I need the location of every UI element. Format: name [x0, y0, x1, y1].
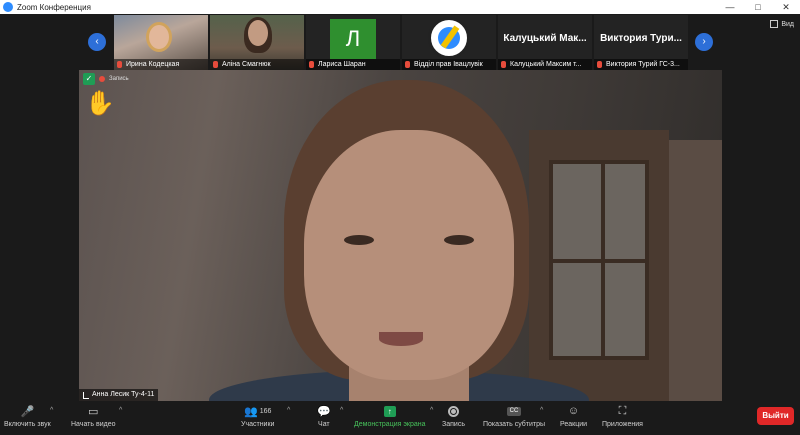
participant-tile[interactable]: Калуцький Мак... Калуцький Максим т... [498, 15, 592, 70]
video-off-icon: ▭ [88, 405, 99, 418]
minimize-button[interactable]: — [716, 0, 744, 14]
participant-name: Ирина Кодецкая [114, 59, 208, 70]
participant-initial-avatar: Л [330, 19, 376, 59]
shield-icon[interactable]: ✓ [83, 73, 95, 85]
captions-icon: CC [507, 406, 522, 416]
window-titlebar: Zoom Конференция — □ ✕ [0, 0, 800, 14]
record-button[interactable]: Запись [442, 404, 465, 428]
apps-label: Приложения [602, 421, 643, 428]
participant-logo-avatar [428, 17, 470, 59]
apps-button[interactable]: ⛶ Приложения [602, 404, 643, 429]
participants-strip: Ирина Кодецкая Аліна Смагнюк Л Лариса Ша… [114, 15, 688, 70]
zoom-app-icon [3, 2, 13, 12]
unmute-button[interactable]: 🎤 Включить звук [4, 404, 51, 429]
maximize-button[interactable]: □ [744, 0, 772, 14]
share-screen-button[interactable]: ↑ Демонстрация экрана [354, 404, 426, 428]
reactions-icon: ☺ [567, 405, 580, 417]
share-options-caret[interactable]: ^ [430, 407, 433, 414]
meeting-stage: Вид ‹ Ирина Кодецкая Аліна Смагнюк Л Лар… [0, 14, 800, 401]
participant-video [146, 22, 172, 52]
participant-tile[interactable]: Аліна Смагнюк [210, 15, 304, 70]
participant-video-face [248, 20, 268, 46]
raised-hand-icon: ✋ [85, 90, 115, 117]
captions-button[interactable]: CC Показать субтитры [483, 404, 545, 428]
recording-label: Запись [109, 76, 129, 82]
speaker-eye [344, 235, 374, 245]
window-title: Zoom Конференция [17, 2, 91, 12]
participant-tile[interactable]: Ирина Кодецкая [114, 15, 208, 70]
prev-participants-button[interactable]: ‹ [88, 33, 106, 51]
participant-tile[interactable]: Виктория Тури... Виктория Турий ГС-3... [594, 15, 688, 70]
speaker-name-label: Анна Лесик Ту-4-11 [79, 389, 159, 401]
participant-name: Виктория Турий ГС-3... [594, 59, 688, 70]
participants-button[interactable]: 👥 166 Участники [241, 404, 275, 429]
background-wall [669, 140, 722, 401]
participant-name: Калуцький Максим т... [498, 59, 592, 70]
record-icon [447, 405, 459, 417]
meeting-toolbar: 🎤 Включить звук ^ ▭ Начать видео ^ 👥 166 … [0, 401, 800, 435]
speaker-eye [444, 235, 474, 245]
participant-display-name: Калуцький Мак... [503, 33, 587, 44]
participant-name: Лариса Шаран [306, 59, 400, 70]
participant-tile[interactable]: Відділ прав Івацлувік [402, 15, 496, 70]
speaker-mouth [379, 332, 423, 346]
video-options-caret[interactable]: ^ [119, 407, 122, 414]
mic-muted-icon [309, 61, 314, 68]
participant-display-name: Виктория Тури... [600, 33, 682, 44]
close-window-button[interactable]: ✕ [772, 0, 800, 14]
leave-meeting-button[interactable]: Выйти [757, 407, 794, 425]
participant-name: Аліна Смагнюк [210, 59, 304, 70]
participant-tile[interactable]: Л Лариса Шаран [306, 15, 400, 70]
recording-dot-icon [99, 76, 105, 82]
signal-icon [83, 391, 89, 399]
participant-name: Відділ прав Івацлувік [402, 59, 496, 70]
record-label: Запись [442, 421, 465, 428]
chat-icon: 💬 [317, 405, 331, 418]
participants-count: 166 [259, 407, 272, 415]
view-button[interactable]: Вид [770, 20, 794, 28]
share-screen-icon: ↑ [383, 405, 396, 417]
mic-muted-icon [501, 61, 506, 68]
reactions-label: Реакции [560, 421, 588, 428]
mic-muted-icon [117, 61, 122, 68]
captions-label: Показать субтитры [483, 421, 546, 428]
next-participants-button[interactable]: › [695, 33, 713, 51]
start-video-button[interactable]: ▭ Начать видео [71, 404, 116, 429]
participants-label: Участники [241, 421, 275, 428]
participants-options-caret[interactable]: ^ [287, 407, 290, 414]
start-video-label: Начать видео [71, 421, 116, 428]
chat-button[interactable]: 💬 Чат [317, 404, 331, 429]
mic-muted-icon [213, 61, 218, 68]
unmute-label: Включить звук [4, 421, 51, 428]
chat-label: Чат [318, 421, 330, 428]
participants-icon: 👥 [244, 405, 258, 418]
audio-options-caret[interactable]: ^ [50, 407, 53, 414]
apps-icon: ⛶ [618, 404, 627, 417]
chat-options-caret[interactable]: ^ [340, 407, 343, 414]
window-controls: — □ ✕ [716, 0, 800, 14]
mic-muted-icon [405, 61, 410, 68]
share-screen-label: Демонстрация экрана [354, 421, 426, 428]
reactions-button[interactable]: ☺ Реакции [560, 404, 587, 428]
mic-muted-icon: 🎤 [20, 405, 35, 418]
view-button-label: Вид [781, 20, 794, 28]
recording-indicator: ✓ Запись [83, 73, 129, 85]
background-door-glass [549, 160, 649, 360]
active-speaker-video: ✓ Запись ✋ Анна Лесик Ту-4-11 [79, 70, 722, 401]
grid-view-icon [770, 20, 779, 28]
captions-options-caret[interactable]: ^ [540, 407, 543, 414]
mic-muted-icon [597, 61, 602, 68]
